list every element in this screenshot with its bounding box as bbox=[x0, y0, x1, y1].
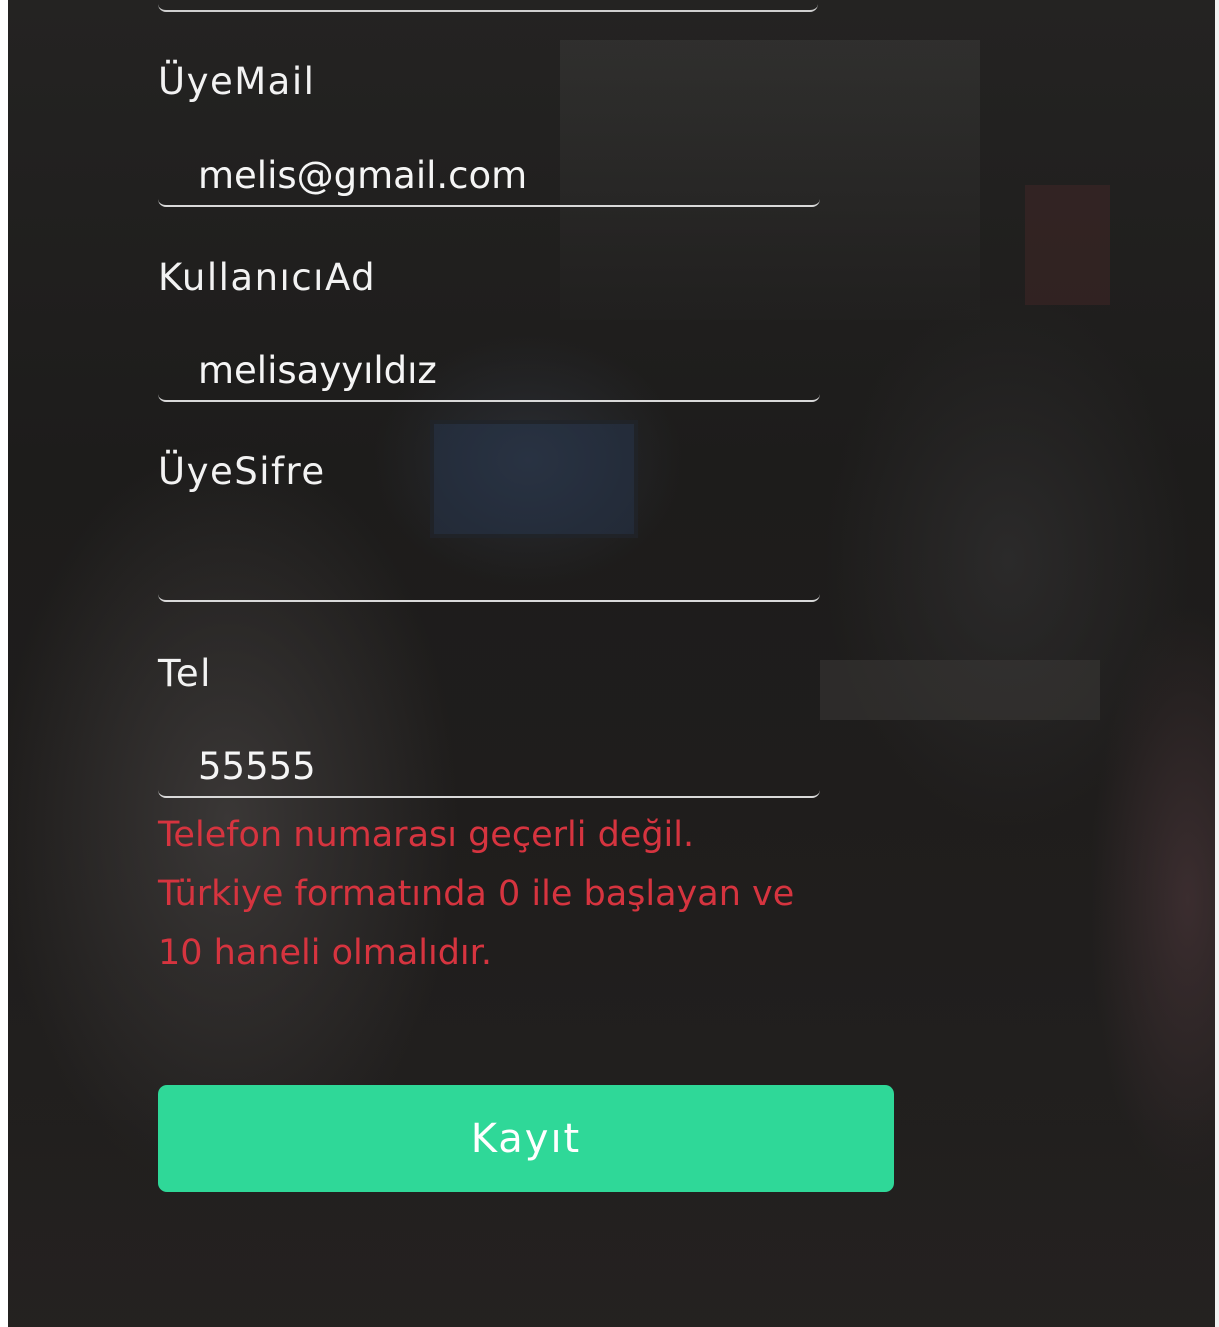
email-label: ÜyeMail bbox=[158, 60, 316, 103]
username-label: KullanıcıAd bbox=[158, 256, 377, 299]
error-line-1: Telefon numarası geçerli değil. bbox=[158, 815, 695, 855]
email-input[interactable] bbox=[158, 145, 820, 207]
phone-input[interactable] bbox=[158, 736, 820, 798]
page: ÜyeMail KullanıcıAd ÜyeSifre Tel Telefon… bbox=[0, 0, 1219, 1327]
password-label: ÜyeSifre bbox=[158, 450, 326, 493]
previous-field-underline bbox=[158, 0, 818, 12]
password-input[interactable] bbox=[158, 540, 820, 602]
phone-label: Tel bbox=[158, 652, 212, 695]
error-line-2: Türkiye formatında 0 ile başlayan ve bbox=[158, 874, 795, 914]
register-button[interactable]: Kayıt bbox=[158, 1085, 894, 1192]
error-line-3: 10 haneli olmalıdır. bbox=[158, 933, 492, 973]
username-input[interactable] bbox=[158, 340, 820, 402]
phone-error-message: Telefon numarası geçerli değil. Türkiye … bbox=[158, 806, 898, 983]
window-edge bbox=[1215, 0, 1219, 1327]
